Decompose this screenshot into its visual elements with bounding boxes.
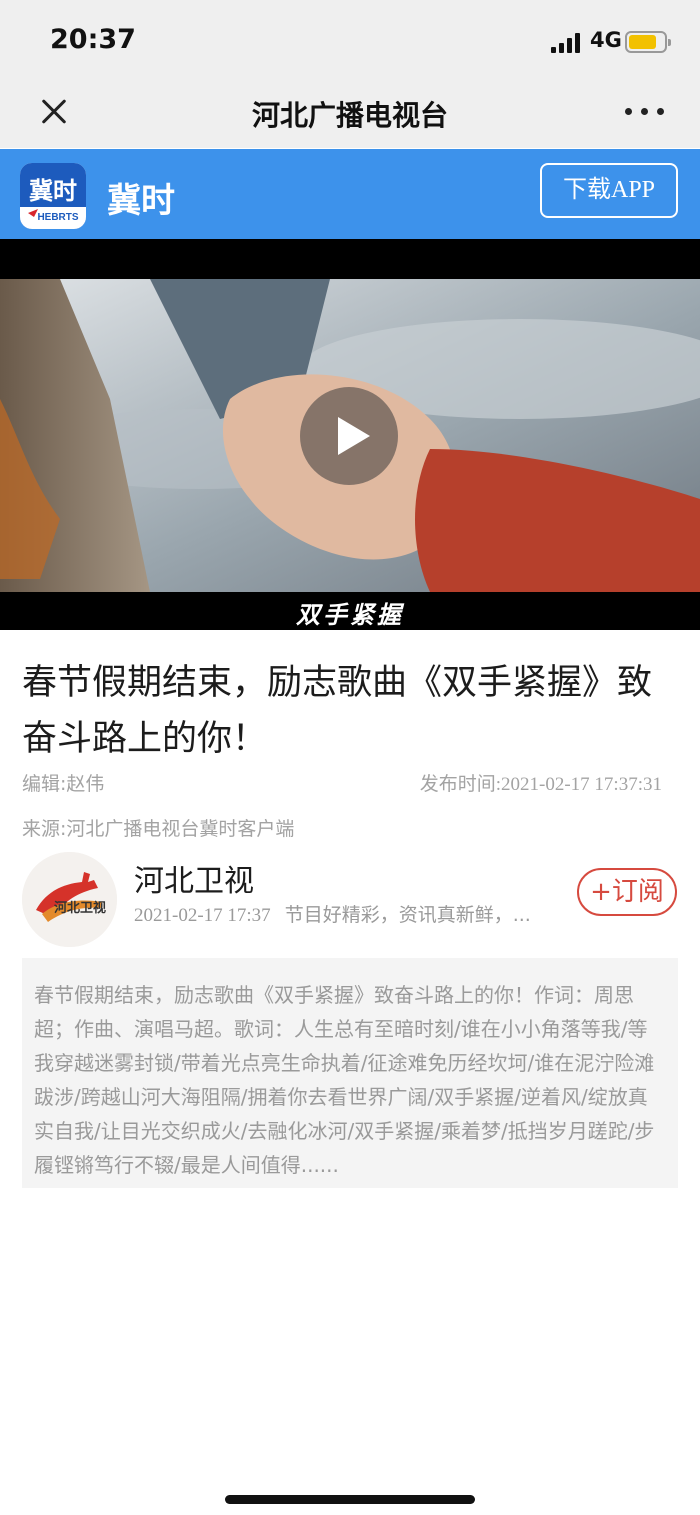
video-player[interactable]: 双手紧握	[0, 239, 700, 630]
svg-text:HEBRTS: HEBRTS	[37, 212, 78, 223]
channel-intro: 节目好精彩，资讯真新鲜，...	[284, 904, 531, 926]
article-source: 来源:河北广播电视台冀时客户端	[22, 818, 295, 840]
article-meta: 编辑:赵伟 发布时间:2021-02-17 17:37:31	[22, 769, 662, 797]
article-editor: 编辑:赵伟	[22, 773, 105, 795]
battery-level	[629, 35, 657, 49]
channel-description: 2021-02-17 17:37 节目好精彩，资讯真新鲜，...	[134, 900, 554, 931]
app-name: 冀时	[107, 181, 175, 221]
page-title: 河北广播电视台	[251, 99, 448, 132]
app-logo: 冀时 HEBRTS	[20, 163, 86, 229]
nav-bar: 河北广播电视台	[0, 80, 700, 148]
article-publish-time: 发布时间:2021-02-17 17:37:31	[419, 774, 662, 795]
app-banner: 冀时 HEBRTS 冀时 下载APP	[0, 149, 700, 239]
video-caption: 双手紧握	[296, 600, 404, 629]
channel-date: 2021-02-17 17:37	[134, 905, 271, 926]
status-time: 20:37	[50, 24, 136, 55]
article-headline: 春节假期结束，励志歌曲《双手紧握》致奋斗路上的你！	[22, 663, 653, 759]
home-indicator	[225, 1495, 475, 1504]
more-icon[interactable]	[625, 108, 665, 116]
svg-text:河北卫视: 河北卫视	[54, 900, 106, 916]
play-icon[interactable]	[300, 387, 398, 485]
status-bar: 20:37 4G	[0, 0, 700, 80]
article-summary: 春节假期结束，励志歌曲《双手紧握》致奋斗路上的你！作词：周思超；作曲、演唱马超。…	[22, 958, 678, 1188]
channel-name[interactable]: 河北卫视	[134, 856, 254, 900]
signal-icon	[551, 33, 583, 53]
network-label: 4G	[590, 28, 622, 52]
subscribe-button[interactable]: +订阅	[577, 868, 677, 916]
download-app-button[interactable]: 下载APP	[540, 163, 678, 218]
svg-text:冀时: 冀时	[29, 176, 77, 205]
battery-icon	[625, 31, 671, 53]
summary-text: 春节假期结束，励志歌曲《双手紧握》致奋斗路上的你！作词：周思超；作曲、演唱马超。…	[34, 983, 655, 1177]
channel-avatar[interactable]: 河北卫视	[22, 852, 117, 947]
